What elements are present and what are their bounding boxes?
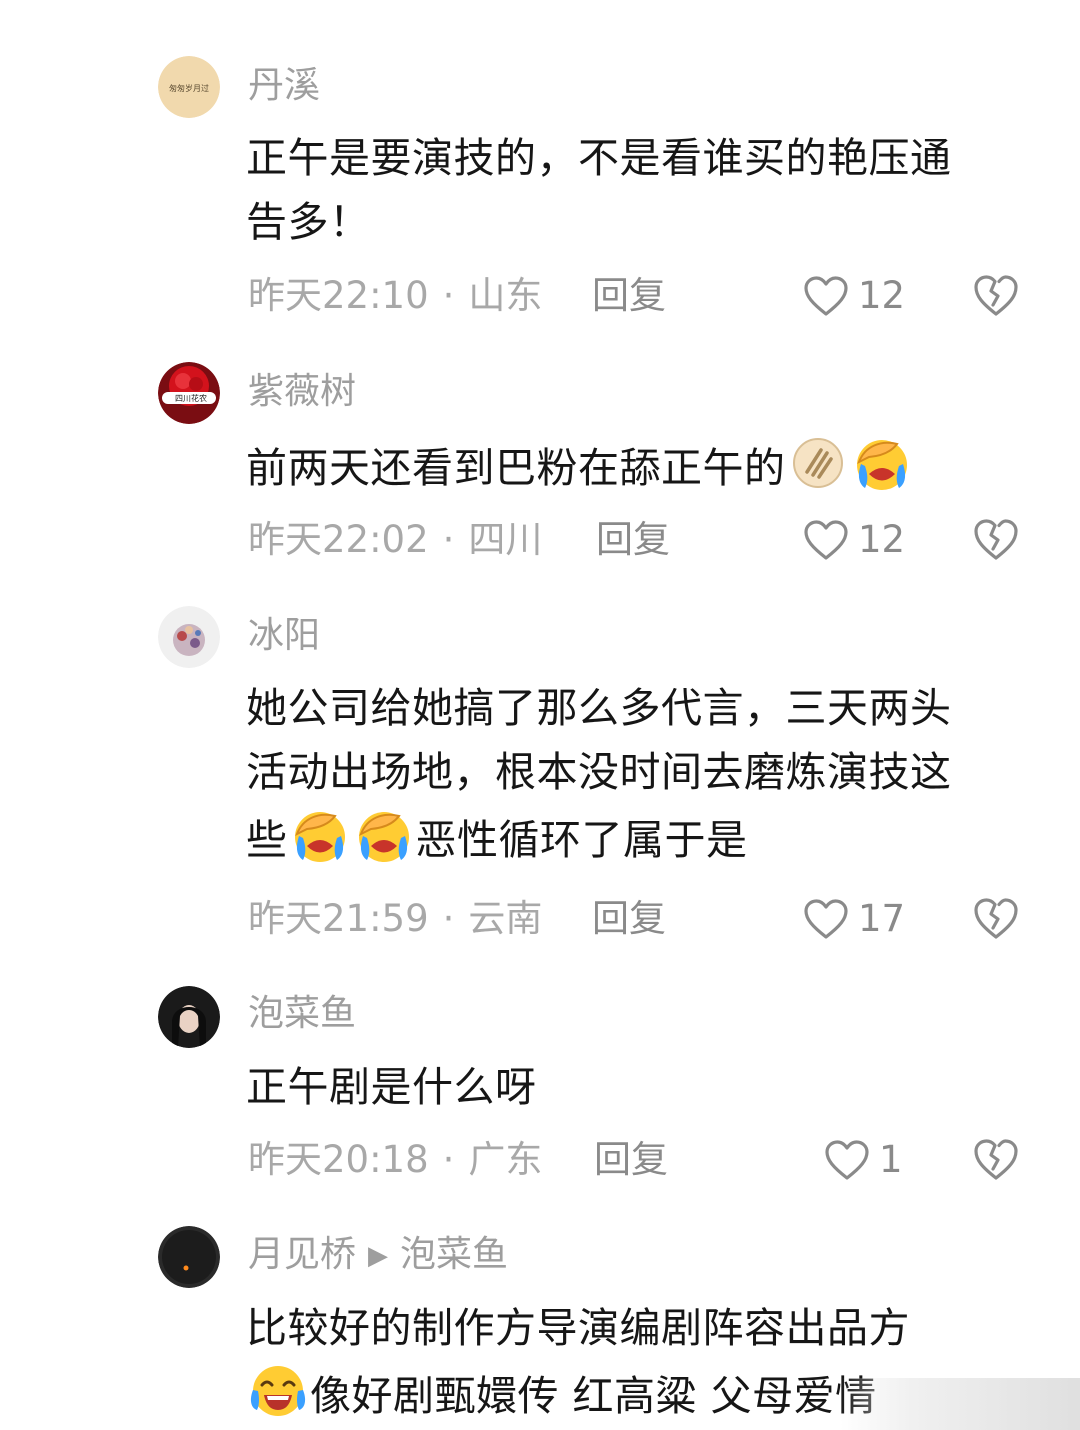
avatar-text: 匆匆岁月过 <box>169 83 209 93</box>
broken-heart-icon <box>974 519 1018 560</box>
heart-outline-icon <box>804 276 848 316</box>
like-button[interactable]: 12 <box>802 516 905 564</box>
comment-text: 前两天还看到巴粉在舔正午的 <box>246 432 1026 500</box>
timestamp: 昨天22:10 <box>248 274 429 317</box>
avatar[interactable]: 四川花农 <box>158 362 220 424</box>
username[interactable]: 泡菜鱼 <box>248 992 356 1036</box>
comment-line: 些 恶性循环了属于是 <box>246 804 1026 872</box>
dislike-button[interactable] <box>972 272 1020 318</box>
separator: · <box>442 518 455 561</box>
comment-line-text: 些 <box>246 816 288 864</box>
reply-button[interactable]: 回复 <box>592 272 666 320</box>
avatar[interactable] <box>158 986 220 1048</box>
timestamp: 昨天22:02 <box>248 518 429 561</box>
comment-list: 匆匆岁月过 丹溪 正午是要演技的，不是看谁买的艳压通 告多！ 昨天22:10 · 山… <box>0 0 1080 1430</box>
comment-meta: 昨天22:10 · 山东 <box>248 272 542 320</box>
avatar-text: 四川花农 <box>175 393 207 403</box>
comment-line-text: 恶性循环了属于是 <box>415 816 748 864</box>
comment-text: 正午剧是什么呀 <box>246 1055 1026 1119</box>
region: 云南 <box>468 897 543 940</box>
region: 四川 <box>468 518 543 561</box>
facepalm-crying-emoji <box>851 432 913 494</box>
like-count: 1 <box>879 1138 903 1181</box>
reply-button[interactable]: 回复 <box>592 895 666 943</box>
separator: · <box>442 274 455 317</box>
comment-line: 活动出场地，根本没时间去磨炼演技这 <box>246 748 952 796</box>
comment-line: 正午是要演技的，不是看谁买的艳压通 <box>246 134 952 182</box>
like-button[interactable]: 17 <box>802 895 905 943</box>
timestamp: 昨天21:59 <box>248 897 429 940</box>
comment-line: 前两天还看到巴粉在舔正午的 <box>246 432 1026 500</box>
username[interactable]: 冰阳 <box>248 614 320 658</box>
broken-heart-icon <box>974 898 1018 939</box>
username[interactable]: 月见桥 <box>248 1234 356 1275</box>
comment-line-text: 像好剧甄嬛传 红高粱 父母爱情 <box>310 1372 877 1420</box>
region: 广东 <box>468 1138 543 1181</box>
comment-meta: 昨天21:59 · 云南 <box>248 895 542 943</box>
comment-line: 她公司给她搞了那么多代言，三天两头 <box>246 684 952 732</box>
like-button[interactable]: 12 <box>802 272 905 320</box>
dislike-button[interactable] <box>972 1136 1020 1182</box>
like-count: 12 <box>858 518 906 561</box>
tears-of-joy-emoji <box>247 1360 309 1422</box>
avatar[interactable] <box>158 606 220 668</box>
username[interactable]: 紫薇树 <box>248 370 356 414</box>
comment-meta: 昨天22:02 · 四川 <box>248 516 542 564</box>
heart-outline-icon <box>804 520 848 560</box>
comment-meta: 昨天20:18 · 广东 <box>248 1136 542 1184</box>
comment-line: 比较好的制作方导演编剧阵容出品方 <box>246 1304 910 1352</box>
facepalm-crying-emoji <box>289 804 351 866</box>
broken-heart-icon <box>974 1139 1018 1180</box>
reply-button[interactable]: 回复 <box>594 1136 668 1184</box>
comment-line: 正午剧是什么呀 <box>246 1063 537 1111</box>
heart-outline-icon <box>825 1140 869 1180</box>
hand-pattern-emoji <box>787 432 849 494</box>
reply-to-username[interactable]: 泡菜鱼 <box>400 1234 508 1275</box>
play-triangle-icon: ▶ <box>368 1241 389 1271</box>
like-button[interactable]: 1 <box>823 1136 903 1184</box>
comment-text: 正午是要演技的，不是看谁买的艳压通 告多！ <box>246 126 1026 254</box>
watermark <box>840 1378 1080 1430</box>
comment-line: 告多！ <box>246 198 371 246</box>
heart-outline-icon <box>804 899 848 939</box>
reply-button[interactable]: 回复 <box>596 516 670 564</box>
separator: · <box>442 1138 455 1181</box>
region: 山东 <box>468 274 543 317</box>
avatar[interactable]: 匆匆岁月过 <box>158 56 220 118</box>
dislike-button[interactable] <box>972 895 1020 941</box>
like-count: 17 <box>858 897 906 940</box>
comment-text: 她公司给她搞了那么多代言，三天两头 活动出场地，根本没时间去磨炼演技这 些 恶性循… <box>246 676 1026 872</box>
facepalm-crying-emoji <box>353 804 415 866</box>
broken-heart-icon <box>974 275 1018 316</box>
avatar[interactable] <box>158 1226 220 1288</box>
like-count: 12 <box>858 274 906 317</box>
separator: · <box>442 897 455 940</box>
reply-header: 月见桥 ▶ 泡菜鱼 <box>248 1233 508 1278</box>
timestamp: 昨天20:18 <box>248 1138 429 1181</box>
dislike-button[interactable] <box>972 516 1020 562</box>
comment-line-text: 前两天还看到巴粉在舔正午的 <box>246 444 786 492</box>
username[interactable]: 丹溪 <box>248 64 320 108</box>
